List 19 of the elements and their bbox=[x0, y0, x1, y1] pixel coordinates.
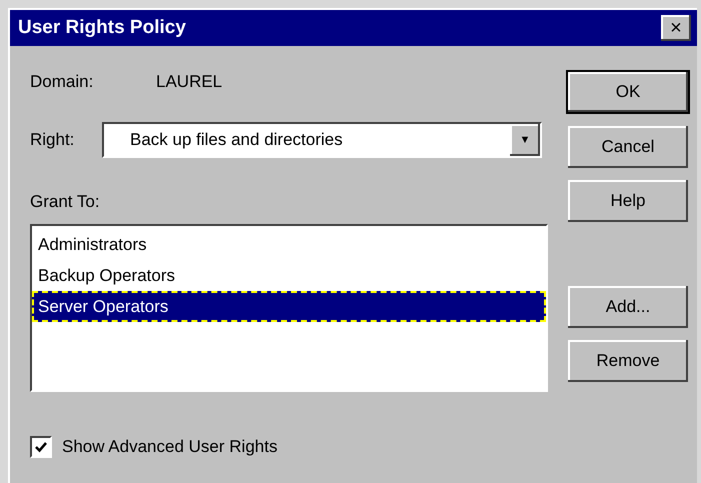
dialog-button[interactable]: Help bbox=[568, 180, 688, 222]
dialog-button[interactable]: Remove bbox=[568, 340, 688, 382]
checkbox[interactable] bbox=[30, 436, 52, 458]
right-label: Right: bbox=[30, 130, 76, 150]
domain-value: LAUREL bbox=[156, 72, 222, 92]
checkbox-label: Show Advanced User Rights bbox=[62, 437, 278, 457]
grant-to-label: Grant To: bbox=[30, 192, 101, 212]
domain-label: Domain: bbox=[30, 72, 94, 92]
close-button[interactable]: × bbox=[661, 15, 691, 41]
dialog-button[interactable]: Add... bbox=[568, 286, 688, 328]
list-item[interactable]: Server Operators bbox=[32, 291, 546, 322]
dialog-button[interactable]: OK bbox=[568, 72, 688, 112]
dropdown-arrow-button[interactable]: ▼ bbox=[510, 124, 540, 156]
window-title: User Rights Policy bbox=[18, 17, 186, 39]
list-item[interactable]: Administrators bbox=[32, 229, 546, 260]
list-item[interactable]: Backup Operators bbox=[32, 260, 546, 291]
right-dropdown[interactable]: Back up files and directories ▼ bbox=[102, 122, 542, 158]
dialog-button[interactable]: Cancel bbox=[568, 126, 688, 168]
checkmark-icon bbox=[35, 441, 47, 453]
